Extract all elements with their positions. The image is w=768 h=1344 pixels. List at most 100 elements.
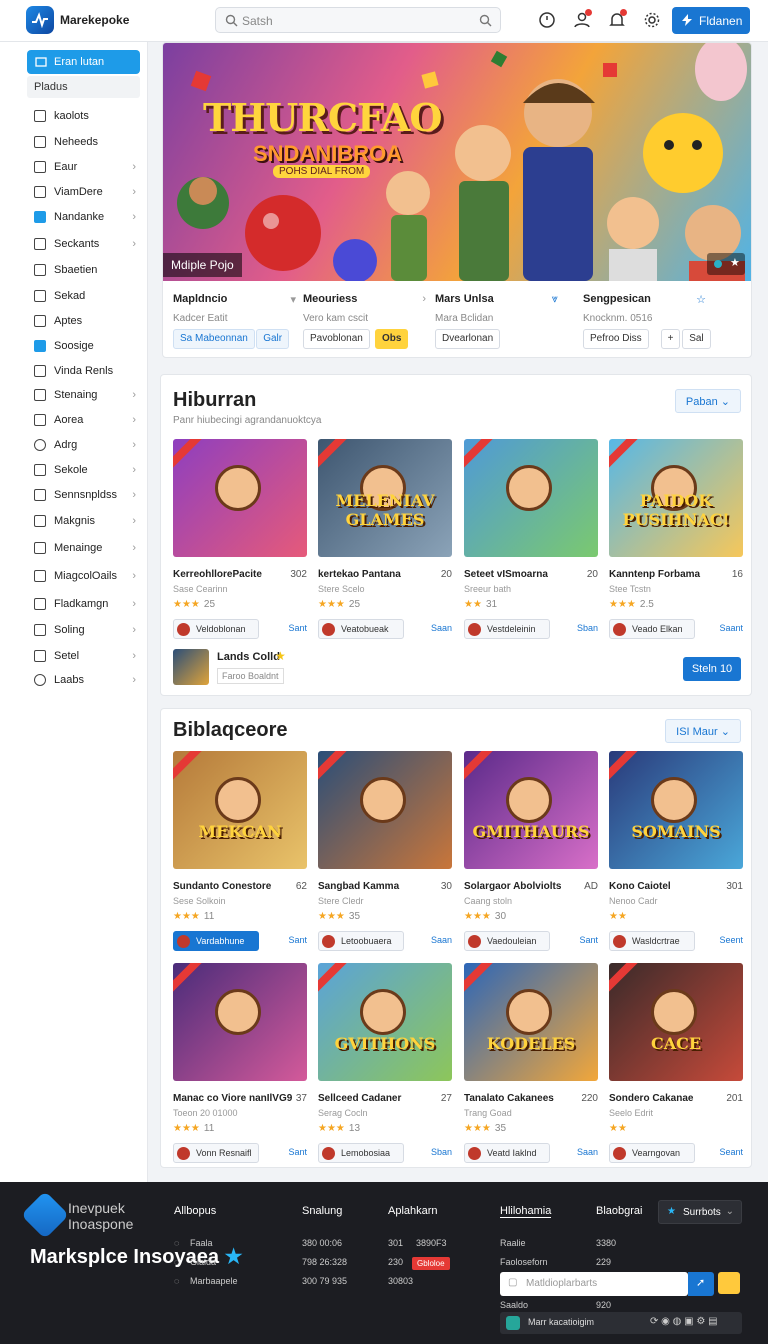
sidebar-item-4[interactable]: Nandanke ›	[34, 209, 144, 225]
game-name[interactable]: Kono Caiotel	[609, 881, 671, 892]
game-link[interactable]: Sant	[288, 935, 307, 945]
game-link[interactable]: Sant	[579, 935, 598, 945]
footer-column-heading[interactable]: Aplahkarn	[388, 1205, 438, 1217]
hero-card-pill[interactable]: Sal	[682, 329, 711, 349]
publisher-pill[interactable]: Wasldcrtrae	[609, 931, 695, 951]
game-link[interactable]: Seent	[719, 935, 743, 945]
publisher-pill[interactable]: Veatobueak	[318, 619, 404, 639]
game-link[interactable]: Sant	[288, 1147, 307, 1157]
footer-column-heading[interactable]: Allbopus	[174, 1205, 216, 1217]
game-link[interactable]: Saan	[431, 935, 452, 945]
search-submit-icon[interactable]	[479, 14, 492, 27]
publisher-pill[interactable]: Veldoblonan	[173, 619, 259, 639]
brand-logo-icon[interactable]	[26, 6, 54, 34]
game-thumbnail[interactable]	[318, 751, 452, 869]
publisher-pill[interactable]: Veatd Iaklnd	[464, 1143, 550, 1163]
game-thumbnail[interactable]: GMITHAURS	[464, 751, 598, 869]
sidebar-item-22[interactable]: Laabs ›	[34, 672, 144, 688]
sidebar-item-0[interactable]: kaolots	[34, 108, 144, 124]
publisher-pill[interactable]: Vardabhune	[173, 931, 259, 951]
carousel-controls[interactable]: ★	[707, 253, 745, 275]
game-thumbnail[interactable]: SOMAINS	[609, 751, 743, 869]
game-link[interactable]: Saan	[431, 623, 452, 633]
game-thumbnail[interactable]: PAIDOK PUSIHNAC!	[609, 439, 743, 557]
sidebar-item-21[interactable]: Setel ›	[34, 648, 144, 664]
sidebar-item-6[interactable]: Sbaetien	[34, 262, 144, 278]
publisher-pill[interactable]: Vonn Resnaifl	[173, 1143, 259, 1163]
game-name[interactable]: KerreohllorePacite	[173, 569, 262, 580]
sidebar-item-12[interactable]: Aorea ›	[34, 412, 144, 428]
game-name[interactable]: Sundanto Conestore	[173, 881, 271, 892]
sidebar-item-11[interactable]: Stenaing ›	[34, 387, 144, 403]
game-link[interactable]: Saan	[577, 1147, 598, 1157]
game-name[interactable]: Sellceed Cadaner	[318, 1093, 401, 1104]
sidebar-item-14[interactable]: Sekole ›	[34, 462, 144, 478]
create-button[interactable]: Fldanen	[672, 7, 750, 34]
game-link[interactable]: Sban	[577, 623, 598, 633]
section-filter-button[interactable]: ISI Maur ⌄	[665, 719, 741, 743]
hero-card-pill[interactable]: Dvearlonan	[435, 329, 501, 349]
sidebar-item-19[interactable]: Fladkamgn ›	[34, 596, 144, 612]
game-link[interactable]: Seant	[719, 1147, 743, 1157]
hero-card-pill[interactable]: Pefroo Diss	[583, 329, 649, 349]
card-action-icon[interactable]: ☆	[696, 293, 706, 306]
sidebar-item-7[interactable]: Sekad	[34, 288, 144, 304]
footer-action-icon[interactable]	[718, 1272, 740, 1294]
game-name[interactable]: Seteet vISmoarna	[464, 569, 548, 580]
footer-column-heading[interactable]: Hlilohamia	[500, 1205, 552, 1218]
publisher-pill[interactable]: Lemobosiaa	[318, 1143, 404, 1163]
publisher-pill[interactable]: Veado Elkan	[609, 619, 695, 639]
star-icon[interactable]: ★	[730, 256, 740, 269]
hero-card[interactable]: Sengpesican Knocknm. 0516 ☆ Pefroo Diss + Sal	[573, 287, 718, 353]
publisher-pill[interactable]: Letoobuaera	[318, 931, 404, 951]
game-name[interactable]: Kanntenp Forbama	[609, 569, 700, 580]
game-thumbnail[interactable]	[173, 963, 307, 1081]
sidebar-item-16[interactable]: Makgnis ›	[34, 513, 144, 529]
game-link[interactable]: Saant	[719, 623, 743, 633]
hero-card-pill[interactable]: Galr	[256, 329, 290, 349]
publisher-pill[interactable]: Vearngovan	[609, 1143, 695, 1163]
game-thumbnail[interactable]: MELENIAV GLAMES	[318, 439, 452, 557]
game-thumbnail[interactable]	[173, 439, 307, 557]
sidebar-item-2[interactable]: Eaur ›	[34, 159, 144, 175]
sidebar-item-9[interactable]: Soosige	[34, 338, 144, 354]
section-filter-button[interactable]: Paban ⌄	[674, 389, 741, 413]
hero-banner[interactable]: THURCFAO SNDANIBROA POHS DIAL FROM Mdipl…	[163, 43, 751, 281]
sidebar-item-3[interactable]: ViamDere ›	[34, 184, 144, 200]
game-thumbnail[interactable]: GVITHONS	[318, 963, 452, 1081]
sidebar-item-1[interactable]: Neheeds	[34, 134, 144, 150]
sidebar-item-17[interactable]: Menainge ›	[34, 540, 144, 556]
hero-chip[interactable]: Mdiple Pojo	[163, 253, 242, 277]
game-name[interactable]: Sangbad Kamma	[318, 881, 399, 892]
featured-thumbnail[interactable]	[173, 649, 209, 685]
game-name[interactable]: Manac co Viore nanIlVG9	[173, 1093, 292, 1104]
game-thumbnail[interactable]	[464, 439, 598, 557]
hero-card[interactable]: Mars Unlsa Mara Bclidan ⩔ Dvearlonan	[425, 287, 570, 353]
game-name[interactable]: kertekao Pantana	[318, 569, 401, 580]
hero-card-pill[interactable]: Obs	[375, 329, 409, 349]
footer-logo-icon[interactable]	[20, 1190, 70, 1240]
game-thumbnail[interactable]: MEKCAN	[173, 751, 307, 869]
featured-button[interactable]: Steln 10	[683, 657, 741, 681]
featured-name[interactable]: Lands Colld	[217, 651, 280, 663]
card-action-icon[interactable]: ⩔	[552, 293, 558, 306]
brand-name[interactable]: Marekepoke	[60, 13, 129, 27]
game-name[interactable]: Sondero Cakanae	[609, 1093, 693, 1104]
sidebar-item-5[interactable]: Seckants ›	[34, 236, 144, 252]
hero-card-pill[interactable]: Sa Mabeonnan	[173, 329, 255, 349]
footer-select[interactable]: ★ Surrbots ⌄	[658, 1200, 742, 1224]
footer-column-heading[interactable]: Snalung	[302, 1205, 342, 1217]
game-thumbnail[interactable]: CACE	[609, 963, 743, 1081]
sidebar-item-8[interactable]: Aptes	[34, 313, 144, 329]
sidebar-item-10[interactable]: Vinda Renls	[34, 363, 144, 379]
game-link[interactable]: Sant	[288, 623, 307, 633]
footer-search-button[interactable]: ➚	[688, 1272, 714, 1296]
sidebar-item-active[interactable]: Eran lutan	[27, 50, 140, 74]
gear-icon[interactable]	[643, 11, 661, 29]
publisher-pill[interactable]: Vestdeleinin	[464, 619, 550, 639]
game-link[interactable]: Sban	[431, 1147, 452, 1157]
search-input[interactable]: Satsh	[215, 7, 501, 33]
sidebar-item-20[interactable]: Soling ›	[34, 622, 144, 638]
game-name[interactable]: Solargaor Abolviolts	[464, 881, 561, 892]
hero-card-pill[interactable]: +	[660, 329, 681, 349]
